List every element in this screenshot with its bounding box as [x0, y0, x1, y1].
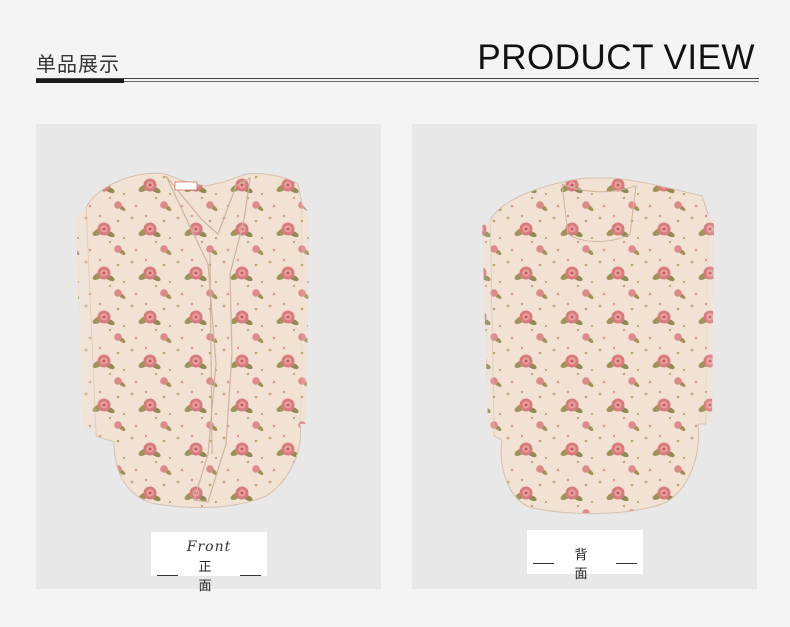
header-accent-bar [36, 79, 124, 83]
back-caption: 背 面 [527, 530, 643, 582]
front-blouse-image [76, 172, 310, 509]
section-title-cn: 单品展示 [36, 52, 120, 76]
header-rule [36, 78, 759, 79]
caption-dash-right [240, 574, 261, 576]
section-title-en: PRODUCT VIEW [477, 38, 755, 77]
front-caption-row: 正 面 [151, 556, 267, 594]
front-view-panel: Front 正 面 [36, 124, 381, 594]
back-view-panel: 背 面 [412, 124, 757, 589]
caption-dash-left [533, 562, 554, 564]
caption-dash-left [157, 574, 178, 576]
back-caption-text: 背 面 [574, 548, 596, 582]
back-blouse-image [482, 177, 714, 515]
header-rule-lower [124, 81, 759, 82]
front-script-label: Front [186, 539, 232, 555]
caption-dash-right [616, 562, 637, 564]
front-caption-text: 正 面 [198, 560, 220, 594]
section-header: 单品展示 PRODUCT VIEW [0, 0, 790, 100]
front-caption: Front 正 面 [151, 532, 267, 594]
back-caption-row: 背 面 [527, 544, 643, 582]
